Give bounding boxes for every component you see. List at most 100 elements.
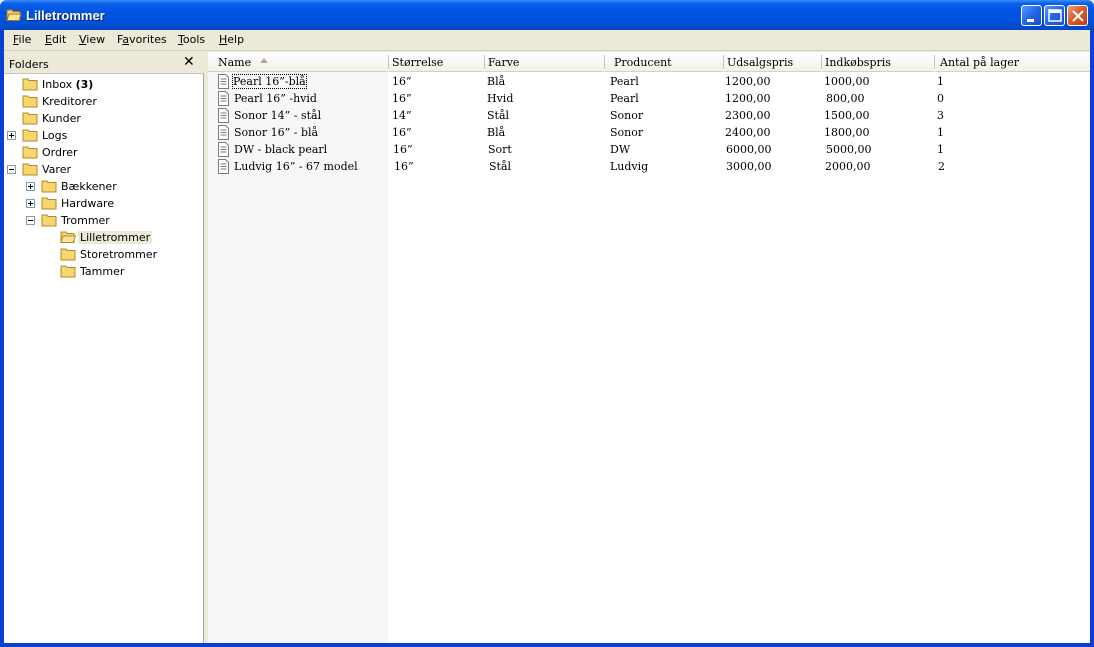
cell-size: 16”: [392, 126, 412, 139]
maximize-icon: [1048, 9, 1062, 22]
app-window: Lilletrommer File Edit View Favorites To…: [0, 0, 1094, 647]
folder-open-icon: [6, 9, 22, 21]
cell-producer: DW: [610, 143, 631, 156]
table-row[interactable]: DW - black pearl 16” Sort DW 6000,00 500…: [208, 141, 1090, 158]
cell-producer: Sonor: [610, 126, 644, 139]
cell-purchase-price: 5000,00: [826, 143, 872, 156]
column-header-producer[interactable]: Producent: [605, 52, 723, 72]
cell-purchase-price: 2000,00: [825, 160, 871, 173]
tree-item-logs[interactable]: Logs: [4, 127, 204, 144]
cell-color: Stål: [487, 109, 510, 122]
folder-icon: [22, 129, 38, 142]
tree-item-ordrer[interactable]: Ordrer: [4, 144, 204, 161]
tree-item-kreditorer[interactable]: Kreditorer: [4, 93, 204, 110]
cell-sale-price: 3000,00: [726, 160, 772, 173]
maximize-button[interactable]: [1044, 5, 1065, 26]
window-title: Lilletrommer: [26, 8, 105, 23]
cell-stock: 1: [937, 75, 944, 88]
tree-item-baekkener[interactable]: Bækkener: [4, 178, 204, 195]
cell-name: Pearl 16”-blå: [232, 74, 307, 89]
folder-icon: [60, 248, 76, 261]
tree-item-trommer[interactable]: Trommer: [4, 212, 204, 229]
title-bar[interactable]: Lilletrommer: [0, 0, 1094, 30]
cell-purchase-price: 1500,00: [824, 109, 870, 122]
file-list: Name Størrelse Farve Producent Udsalgspr…: [208, 52, 1090, 643]
minimize-button[interactable]: [1021, 5, 1042, 26]
folder-icon: [22, 112, 38, 125]
folders-header: Folders ✕: [4, 52, 204, 74]
menu-bar: File Edit View Favorites Tools Help: [4, 30, 1090, 51]
collapse-icon[interactable]: [7, 165, 16, 174]
expand-icon[interactable]: [26, 199, 35, 208]
cell-size: 16”: [393, 143, 413, 156]
cell-stock: 1: [937, 126, 944, 139]
tree-item-inbox[interactable]: Inbox (3): [4, 76, 204, 93]
cell-stock: 0: [937, 92, 944, 105]
close-folders-icon[interactable]: ✕: [183, 54, 195, 70]
folders-title: Folders: [9, 58, 49, 71]
sort-ascending-icon: [260, 58, 268, 63]
tree-label: Storetrommer: [80, 248, 158, 261]
document-icon: [218, 108, 229, 123]
cell-name: DW - black pearl: [234, 143, 328, 156]
cell-size: 14”: [392, 109, 412, 122]
cell-purchase-price: 800,00: [826, 92, 865, 105]
tree-item-kunder[interactable]: Kunder: [4, 110, 204, 127]
table-row[interactable]: Sonor 14” - stål 14” Stål Sonor 2300,00 …: [208, 107, 1090, 124]
cell-producer: Pearl: [610, 75, 639, 88]
tree-item-lilletrommer[interactable]: Lilletrommer: [4, 229, 204, 246]
table-row[interactable]: Pearl 16” -hvid 16” Hvid Pearl 1200,00 8…: [208, 90, 1090, 107]
collapse-icon[interactable]: [26, 216, 35, 225]
cell-stock: 3: [937, 109, 944, 122]
expand-icon[interactable]: [26, 182, 35, 191]
column-header-purchase-price[interactable]: Indkøbspris: [822, 52, 934, 72]
cell-size: 16”: [394, 160, 414, 173]
column-header-name[interactable]: Name: [208, 52, 388, 72]
folder-icon: [60, 265, 76, 278]
column-header-stock[interactable]: Antal på lager: [935, 52, 1090, 72]
table-row[interactable]: Sonor 16” - blå 16” Blå Sonor 2400,00 18…: [208, 124, 1090, 141]
cell-sale-price: 1200,00: [725, 92, 771, 105]
folder-icon: [22, 163, 38, 176]
expand-icon[interactable]: [7, 131, 16, 140]
cell-stock: 2: [938, 160, 945, 173]
column-header-color[interactable]: Farve: [485, 52, 604, 72]
menu-edit[interactable]: Edit: [45, 33, 66, 46]
document-icon: [218, 125, 229, 140]
cell-sale-price: 1200,00: [725, 75, 771, 88]
client-area: File Edit View Favorites Tools Help Fold…: [4, 30, 1090, 643]
cell-producer: Ludvig: [610, 160, 649, 173]
tree-item-storetrommer[interactable]: Storetrommer: [4, 246, 204, 263]
column-header-size[interactable]: Størrelse: [389, 52, 484, 72]
document-icon: [218, 91, 229, 106]
column-header-sale-price[interactable]: Udsalgspris: [724, 52, 821, 72]
tree-label-selected: Lilletrommer: [78, 231, 153, 244]
table-row[interactable]: Pearl 16”-blå 16” Blå Pearl 1200,00 1000…: [208, 73, 1090, 90]
window-bottom-border: [0, 643, 1094, 647]
tree-item-hardware[interactable]: Hardware: [4, 195, 204, 212]
tree-label: Inbox: [42, 78, 73, 91]
tree-item-tammer[interactable]: Tammer: [4, 263, 204, 280]
menu-file[interactable]: File: [13, 33, 31, 46]
menu-favorites[interactable]: Favorites: [117, 33, 167, 46]
close-window-button[interactable]: [1067, 5, 1088, 26]
cell-size: 16”: [392, 75, 412, 88]
minimize-icon: [1027, 19, 1034, 22]
menu-view[interactable]: View: [79, 33, 105, 46]
cell-producer: Sonor: [610, 109, 644, 122]
tree-item-varer[interactable]: Varer: [4, 161, 204, 178]
menu-help[interactable]: Help: [219, 33, 244, 46]
folder-icon: [22, 146, 38, 159]
cell-stock: 1: [937, 143, 944, 156]
cell-purchase-price: 1000,00: [824, 75, 870, 88]
folder-icon: [22, 78, 38, 91]
menu-tools[interactable]: Tools: [178, 33, 205, 46]
document-icon: [218, 74, 229, 89]
tree-label: Bækkener: [61, 180, 117, 193]
tree-label: Ordrer: [42, 146, 78, 159]
cell-purchase-price: 1800,00: [824, 126, 870, 139]
folder-icon: [41, 197, 57, 210]
folders-pane: Folders ✕ Inbox (3) Kreditorer Kunder Lo…: [4, 52, 204, 643]
table-row[interactable]: Ludvig 16” - 67 model 16” Stål Ludvig 30…: [208, 158, 1090, 175]
cell-name: Pearl 16” -hvid: [234, 92, 317, 105]
